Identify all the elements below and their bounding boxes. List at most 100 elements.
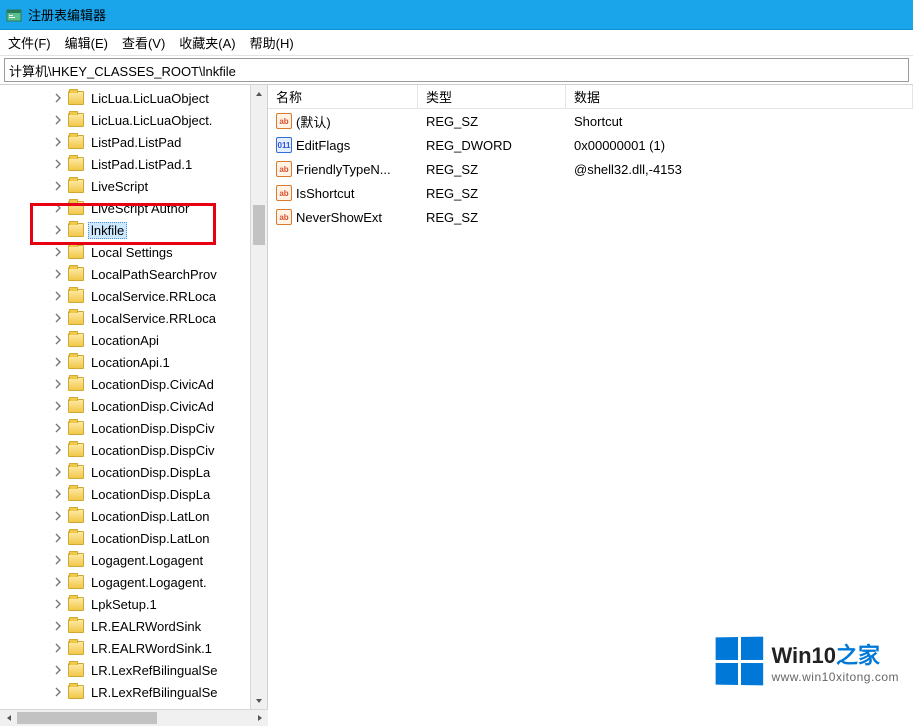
tree-horizontal-scrollbar[interactable]: [0, 709, 268, 726]
folder-icon: [68, 399, 84, 413]
value-name: NeverShowExt: [296, 210, 382, 225]
expand-icon[interactable]: [52, 136, 64, 148]
expand-icon[interactable]: [52, 598, 64, 610]
expand-icon[interactable]: [52, 488, 64, 500]
windows-logo-icon: [716, 637, 764, 686]
tree-item[interactable]: LocationDisp.CivicAd: [0, 373, 267, 395]
expand-icon[interactable]: [52, 422, 64, 434]
expand-icon[interactable]: [52, 334, 64, 346]
address-bar[interactable]: 计算机\HKEY_CLASSES_ROOT\lnkfile: [4, 58, 909, 82]
tree-item[interactable]: LpkSetup.1: [0, 593, 267, 615]
tree-item-label: LocationDisp.LatLon: [88, 509, 213, 524]
scroll-up-button[interactable]: [251, 85, 267, 102]
tree-item[interactable]: LiveScript Author: [0, 197, 267, 219]
value-row[interactable]: 011EditFlagsREG_DWORD0x00000001 (1): [268, 133, 913, 157]
folder-icon: [68, 597, 84, 611]
value-data: 0x00000001 (1): [566, 138, 913, 153]
scroll-right-button[interactable]: [251, 710, 268, 726]
tree-item[interactable]: LocationDisp.LatLon: [0, 505, 267, 527]
value-data: @shell32.dll,-4153: [566, 162, 913, 177]
folder-icon: [68, 531, 84, 545]
value-data: Shortcut: [566, 114, 913, 129]
expand-icon[interactable]: [52, 268, 64, 280]
value-row[interactable]: ab(默认)REG_SZShortcut: [268, 109, 913, 133]
value-row[interactable]: abNeverShowExtREG_SZ: [268, 205, 913, 229]
value-row[interactable]: abIsShortcutREG_SZ: [268, 181, 913, 205]
tree-item[interactable]: LocationDisp.DispCiv: [0, 417, 267, 439]
tree-item[interactable]: lnkfile: [0, 219, 267, 241]
tree-item[interactable]: LocalPathSearchProv: [0, 263, 267, 285]
scroll-left-button[interactable]: [0, 710, 17, 726]
tree-item[interactable]: LiveScript: [0, 175, 267, 197]
column-header-name[interactable]: 名称: [268, 85, 418, 108]
tree-item[interactable]: LocationApi.1: [0, 351, 267, 373]
tree-item[interactable]: LicLua.LicLuaObject: [0, 87, 267, 109]
value-name: (默认): [296, 112, 331, 131]
scroll-down-button[interactable]: [251, 692, 267, 709]
tree-item-label: LocationDisp.CivicAd: [88, 399, 217, 414]
expand-icon[interactable]: [52, 400, 64, 412]
watermark-url: www.win10xitong.com: [771, 670, 899, 684]
expand-icon[interactable]: [52, 642, 64, 654]
string-value-icon: ab: [276, 113, 292, 129]
tree-item[interactable]: LR.EALRWordSink: [0, 615, 267, 637]
expand-icon[interactable]: [52, 158, 64, 170]
expand-icon[interactable]: [52, 290, 64, 302]
tree-item[interactable]: LocationDisp.DispLa: [0, 483, 267, 505]
tree-item[interactable]: LocationDisp.DispCiv: [0, 439, 267, 461]
expand-icon[interactable]: [52, 356, 64, 368]
expand-icon[interactable]: [52, 312, 64, 324]
binary-value-icon: 011: [276, 137, 292, 153]
tree-vertical-scrollbar[interactable]: [250, 85, 267, 709]
tree-item[interactable]: Logagent.Logagent.: [0, 571, 267, 593]
folder-icon: [68, 465, 84, 479]
expand-icon[interactable]: [52, 686, 64, 698]
expand-icon[interactable]: [52, 378, 64, 390]
expand-icon[interactable]: [52, 114, 64, 126]
tree-item[interactable]: LocationDisp.CivicAd: [0, 395, 267, 417]
menu-view[interactable]: 查看(V): [122, 33, 165, 52]
tree-item[interactable]: LocalService.RRLoca: [0, 285, 267, 307]
expand-icon[interactable]: [52, 92, 64, 104]
tree-item[interactable]: Logagent.Logagent: [0, 549, 267, 571]
watermark: Win10之家 www.win10xitong.com: [715, 637, 899, 685]
tree-item[interactable]: LocationDisp.LatLon: [0, 527, 267, 549]
tree-item[interactable]: ListPad.ListPad: [0, 131, 267, 153]
tree-item[interactable]: LocationApi: [0, 329, 267, 351]
tree-item[interactable]: LocationDisp.DispLa: [0, 461, 267, 483]
hscrollbar-thumb[interactable]: [17, 712, 157, 724]
registry-tree[interactable]: LicLua.LicLuaObjectLicLua.LicLuaObject.L…: [0, 85, 267, 705]
tree-item[interactable]: LicLua.LicLuaObject.: [0, 109, 267, 131]
expand-icon[interactable]: [52, 444, 64, 456]
expand-icon[interactable]: [52, 576, 64, 588]
menu-file[interactable]: 文件(F): [8, 33, 51, 52]
expand-icon[interactable]: [52, 510, 64, 522]
menu-edit[interactable]: 编辑(E): [65, 33, 108, 52]
column-header-data[interactable]: 数据: [566, 85, 913, 108]
tree-item[interactable]: LR.LexRefBilingualSe: [0, 681, 267, 703]
expand-icon[interactable]: [52, 554, 64, 566]
tree-item[interactable]: Local Settings: [0, 241, 267, 263]
expand-icon[interactable]: [52, 224, 64, 236]
tree-item[interactable]: LocalService.RRLoca: [0, 307, 267, 329]
expand-icon[interactable]: [52, 202, 64, 214]
value-row[interactable]: abFriendlyTypeN...REG_SZ@shell32.dll,-41…: [268, 157, 913, 181]
string-value-icon: ab: [276, 209, 292, 225]
expand-icon[interactable]: [52, 466, 64, 478]
expand-icon[interactable]: [52, 246, 64, 258]
values-list[interactable]: ab(默认)REG_SZShortcut011EditFlagsREG_DWOR…: [268, 109, 913, 229]
column-header-type[interactable]: 类型: [418, 85, 566, 108]
tree-item[interactable]: ListPad.ListPad.1: [0, 153, 267, 175]
tree-item[interactable]: LR.LexRefBilingualSe: [0, 659, 267, 681]
tree-item[interactable]: LR.EALRWordSink.1: [0, 637, 267, 659]
expand-icon[interactable]: [52, 620, 64, 632]
tree-item-label: LocationDisp.DispLa: [88, 487, 213, 502]
menu-favorites[interactable]: 收藏夹(A): [179, 33, 235, 52]
tree-item-label: Logagent.Logagent: [88, 553, 206, 568]
menu-help[interactable]: 帮助(H): [250, 33, 294, 52]
scrollbar-thumb[interactable]: [253, 205, 265, 245]
expand-icon[interactable]: [52, 180, 64, 192]
expand-icon[interactable]: [52, 532, 64, 544]
value-type: REG_SZ: [418, 186, 566, 201]
expand-icon[interactable]: [52, 664, 64, 676]
